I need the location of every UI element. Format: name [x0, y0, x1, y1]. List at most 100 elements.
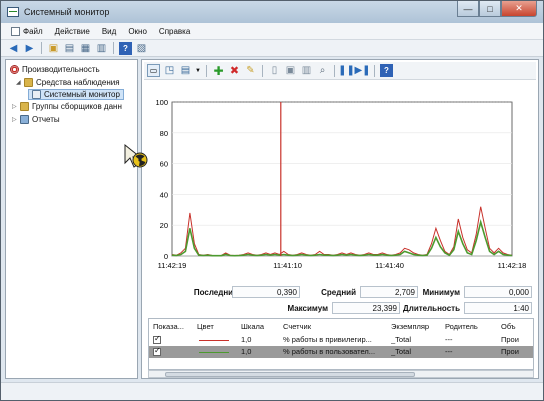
export-icon[interactable]: ▥ — [95, 42, 108, 55]
toolbar-divider — [41, 42, 42, 54]
toolbar-divider — [113, 42, 114, 54]
toolbar-divider — [334, 64, 335, 77]
toolbar-divider — [374, 64, 375, 77]
column-header-instance[interactable]: Экземпляр — [391, 321, 441, 333]
tree-item-reports-label: Отчеты — [32, 115, 60, 124]
average-value: 2,709 — [360, 286, 418, 298]
zoom-icon[interactable]: ⌕ — [316, 64, 329, 77]
counter-row[interactable]: 1,0 % работы в пользовател... _Total ---… — [149, 346, 533, 358]
menu-view[interactable]: Вид — [96, 27, 122, 36]
tree-item-system-monitor-label: Системный монитор — [44, 90, 120, 99]
toolbar-divider — [206, 64, 207, 77]
tree-item-system-monitor[interactable]: Системный монитор — [28, 89, 124, 100]
back-icon[interactable]: ◀ — [7, 42, 20, 55]
highlight-icon[interactable]: ✎ — [244, 64, 257, 77]
duration-label: Длительность — [403, 304, 460, 313]
duration-value: 1:40 — [464, 302, 532, 314]
change-graph-type-icon[interactable]: ▤ — [179, 64, 192, 77]
tree-item-reports[interactable]: ▷ Отчеты — [12, 115, 60, 124]
properties-icon[interactable]: ▦ — [79, 42, 92, 55]
menu-action[interactable]: Действие — [49, 27, 96, 36]
collector-sets-folder-icon — [20, 102, 29, 111]
menu-bar: Файл Действие Вид Окно Справка — [1, 23, 543, 40]
average-value-label: Средний — [321, 288, 356, 297]
counter-object: Прои — [501, 335, 519, 344]
maximize-button[interactable]: □ — [479, 1, 501, 17]
app-window: Системный монитор — □ ✕ Файл Действие Ви… — [0, 0, 544, 401]
monitoring-tools-folder-icon — [24, 78, 33, 87]
tree-item-monitoring-tools[interactable]: ◢ Средства наблюдения — [16, 78, 120, 87]
column-header-counter[interactable]: Счетчик — [283, 321, 343, 333]
delete-counter-icon[interactable]: ✖ — [228, 64, 241, 77]
main-toolbar: ◀ ▶ ▣ ▤ ▦ ▥ ? ▧ — [1, 40, 543, 57]
toolbar-divider — [262, 64, 263, 77]
tree-item-performance[interactable]: Производительность — [10, 65, 100, 74]
menu-window[interactable]: Окно — [122, 27, 153, 36]
view-log-data-icon[interactable]: ◳ — [163, 64, 176, 77]
counter-name: % работы в пользовател... — [283, 347, 376, 356]
folder-up-icon[interactable]: ▣ — [47, 42, 60, 55]
y-tick-label: 100 — [155, 98, 168, 107]
statistics-panel: Последний 0,390 Средний 2,709 Минимум 0,… — [142, 282, 538, 318]
counter-parent: --- — [445, 347, 453, 356]
minimum-value: 0,000 — [464, 286, 532, 298]
collapsed-arrow-icon[interactable]: ▷ — [12, 103, 20, 110]
x-tick-label: 11:41:10 — [273, 261, 302, 270]
last-value-label: Последний — [193, 288, 238, 297]
properties-icon[interactable]: ▥ — [300, 64, 313, 77]
horizontal-scrollbar[interactable] — [148, 370, 534, 378]
system-monitor-pane: ▭ ◳ ▤ ▼ ✚ ✖ ✎ ▯ ▣ ▥ ⌕ ❚❚ ▶❚ ? 100 80 60 40 2… — [141, 59, 539, 379]
column-header-scale[interactable]: Шкала — [241, 321, 271, 333]
expanded-arrow-icon[interactable]: ◢ — [16, 79, 24, 86]
show-checkbox[interactable] — [153, 334, 161, 344]
status-bar — [1, 382, 543, 400]
show-hide-tree-icon[interactable]: ▤ — [63, 42, 76, 55]
menu-help[interactable]: Справка — [153, 27, 196, 36]
counter-list: Показа... Цвет Шкала Счетчик Экземпляр Р… — [148, 318, 534, 370]
close-button[interactable]: ✕ — [501, 1, 537, 17]
counter-instance: _Total — [391, 347, 412, 356]
window-title: Системный монитор — [24, 7, 110, 17]
help-icon[interactable]: ? — [119, 41, 132, 55]
counter-row[interactable]: 1,0 % работы в привилегир... _Total --- … — [149, 334, 533, 346]
copy-properties-icon[interactable]: ▯ — [268, 64, 281, 77]
title-bar: Системный монитор — □ ✕ — [1, 1, 543, 23]
counter-parent: --- — [445, 335, 453, 344]
scrollbar-thumb[interactable] — [165, 372, 415, 377]
add-counter-icon[interactable]: ✚ — [212, 64, 225, 78]
view-current-activity-icon[interactable]: ▭ — [147, 64, 160, 77]
counter-object: Прои — [501, 347, 519, 356]
y-tick-label: 20 — [160, 221, 168, 230]
busy-cursor-icon — [124, 143, 148, 168]
tree-item-performance-label: Производительность — [22, 65, 100, 74]
update-data-icon[interactable]: ▶❚ — [354, 64, 370, 77]
x-tick-label: 11:42:19 — [158, 261, 187, 270]
collapsed-arrow-icon[interactable]: ▷ — [12, 116, 20, 123]
counter-list-header: Показа... Цвет Шкала Счетчик Экземпляр Р… — [149, 321, 533, 333]
panel-icon[interactable]: ▧ — [135, 42, 148, 55]
navigation-tree: Производительность ◢ Средства наблюдения… — [5, 59, 138, 379]
app-menu-icon — [11, 26, 20, 36]
performance-icon — [10, 65, 19, 74]
minimize-button[interactable]: — — [457, 1, 479, 17]
color-swatch — [199, 352, 229, 353]
counter-name: % работы в привилегир... — [283, 335, 372, 344]
chevron-down-icon[interactable]: ▼ — [195, 64, 201, 77]
menu-file[interactable]: Файл — [5, 26, 49, 36]
column-header-parent[interactable]: Родитель — [445, 321, 489, 333]
forward-icon[interactable]: ▶ — [23, 42, 36, 55]
y-tick-label: 80 — [160, 129, 168, 138]
performance-monitor-icon — [7, 7, 19, 17]
tree-item-collector-sets[interactable]: ▷ Группы сборщиков данн — [12, 102, 122, 111]
column-header-object[interactable]: Объ — [501, 321, 531, 333]
reports-icon — [20, 115, 29, 124]
help-icon[interactable]: ? — [380, 64, 393, 77]
last-value: 0,390 — [232, 286, 300, 298]
freeze-display-icon[interactable]: ❚❚ — [338, 64, 355, 77]
show-checkbox[interactable] — [153, 346, 161, 356]
paste-counter-list-icon[interactable]: ▣ — [284, 64, 297, 77]
maximum-value: 23,399 — [332, 302, 400, 314]
column-header-color[interactable]: Цвет — [197, 321, 227, 333]
menu-file-label: Файл — [23, 26, 43, 36]
column-header-show[interactable]: Показа... — [153, 321, 191, 333]
